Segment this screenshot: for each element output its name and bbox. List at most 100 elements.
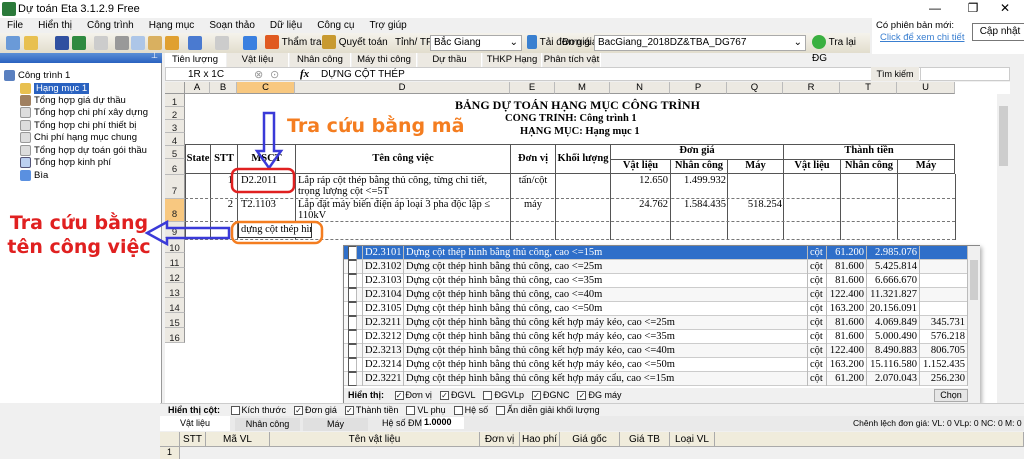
checkbox[interactable] (348, 260, 357, 274)
menu-item[interactable]: Hạng mục (142, 18, 195, 31)
paste-icon[interactable] (148, 36, 162, 50)
tree-item[interactable]: Bìa (20, 170, 48, 181)
dropdown-item[interactable]: D2.3105 Dựng cột thép hình bằng thủ công,… (344, 302, 968, 316)
tree-item[interactable]: Tổng hợp chi phí thiết bị (20, 120, 136, 131)
row-header-4[interactable]: 4 (165, 133, 185, 147)
print-preview-icon[interactable] (94, 36, 108, 50)
tree-item[interactable]: Tổng hợp giá dự thầu (20, 95, 126, 106)
checkbox[interactable] (348, 330, 357, 344)
scrollbar-thumb[interactable] (999, 106, 1008, 166)
item-checkbox[interactable] (344, 344, 363, 358)
province-select[interactable]: Bắc Giang ⌄ (430, 35, 522, 51)
row-header-15[interactable]: 15 (165, 313, 185, 329)
confirm-icon[interactable]: ⊙ (270, 68, 279, 81)
checkbox[interactable] (348, 316, 357, 330)
tab-6[interactable]: Phân tích vật tư (543, 53, 601, 79)
tab-nhan-cong[interactable]: Nhân công (235, 418, 300, 431)
update-details-link[interactable]: Click để xem chi tiết (880, 32, 964, 43)
copy-icon[interactable] (131, 36, 145, 50)
option-0[interactable]: Đơn vị (393, 390, 432, 401)
menu-file[interactable]: File (0, 18, 23, 31)
pin-icon[interactable]: ⊥ (151, 51, 158, 60)
tree-item[interactable]: Tổng hợp dự toán gói thầu (20, 145, 147, 156)
maximize-button[interactable]: ❐ (958, 1, 988, 17)
tab-may[interactable]: Máy (303, 418, 368, 431)
item-checkbox[interactable] (344, 372, 363, 386)
menu-data[interactable]: Dữ liệu (263, 18, 302, 31)
checkbox[interactable] (230, 406, 240, 416)
column-header-D[interactable]: D (295, 82, 510, 94)
dropdown-item[interactable]: D2.3214 Dựng cột thép hình bằng thủ công … (344, 358, 968, 372)
row-header-7[interactable]: 7 (165, 175, 185, 199)
dropdown-scrollbar[interactable] (968, 246, 980, 388)
column-option-1[interactable]: Đơn giá (292, 405, 337, 416)
item-checkbox[interactable] (344, 316, 363, 330)
row1-code[interactable]: D2.2011 (241, 175, 277, 186)
item-checkbox[interactable] (344, 274, 363, 288)
item-checkbox[interactable] (344, 302, 363, 316)
format-brush-icon[interactable] (165, 36, 179, 50)
quyet-toan-button[interactable]: Quyết toán (320, 35, 390, 51)
column-option-5[interactable]: Ẩn diễn giải khối lượng (494, 405, 600, 416)
row1-name[interactable]: Lắp ráp cột thép bằng thủ công, từng chi… (298, 175, 487, 186)
column-header-U[interactable]: U (897, 82, 955, 94)
menu-project[interactable]: Công trình (80, 18, 134, 31)
dropdown-item[interactable]: D2.3221 Dựng cột thép hình bằng thủ công … (344, 372, 968, 386)
row-header-11[interactable]: 11 (165, 253, 185, 269)
close-button[interactable]: ✕ (990, 1, 1020, 17)
tab-4[interactable]: Dự thầu (418, 53, 482, 67)
checkbox[interactable] (406, 406, 416, 416)
dropdown-item[interactable]: D2.3211 Dựng cột thép hình bằng thủ công … (344, 316, 968, 330)
open-folder-icon[interactable] (24, 36, 38, 50)
column-header-T[interactable]: T (840, 82, 897, 94)
row-header-10[interactable]: 10 (165, 238, 185, 254)
checkbox[interactable] (344, 406, 354, 416)
minimize-button[interactable]: — (920, 1, 950, 17)
column-header-B[interactable]: B (210, 82, 237, 94)
cancel-icon[interactable]: ⊗ (254, 68, 263, 81)
checkbox[interactable] (531, 391, 541, 401)
row-header-16[interactable]: 16 (165, 328, 185, 344)
tab-vat-lieu[interactable]: Vật liệu (160, 416, 230, 431)
column-header-P[interactable]: P (670, 82, 727, 94)
column-option-2[interactable]: Thành tiền (343, 405, 398, 416)
tra-lai-dg-button[interactable]: Tra lại ĐG (810, 35, 870, 64)
row-header-14[interactable]: 14 (165, 298, 185, 314)
menu-view[interactable]: Hiển thị (31, 18, 72, 31)
item-checkbox[interactable] (344, 260, 363, 274)
column-header-A[interactable]: A (185, 82, 210, 94)
menu-tools[interactable]: Công cụ (310, 18, 354, 31)
checkbox[interactable] (348, 344, 357, 358)
column-option-3[interactable]: VL phụ (404, 405, 446, 416)
option-2[interactable]: ĐGVLp (481, 390, 524, 401)
column-header-Q[interactable]: Q (727, 82, 783, 94)
column-header-N[interactable]: N (610, 82, 670, 94)
tab-3[interactable]: Máy thi công (352, 53, 417, 67)
column-header-M[interactable]: M (555, 82, 610, 94)
option-1[interactable]: ĐGVL (438, 390, 475, 401)
dropdown-item[interactable]: D2.3213 Dựng cột thép hình bằng thủ công … (344, 344, 968, 358)
checkbox[interactable] (348, 274, 357, 288)
option-3[interactable]: ĐGNC (530, 390, 569, 401)
row2-name[interactable]: Lắp đặt máy biến điện áp loại 3 pha độc … (298, 199, 490, 210)
tab-0[interactable]: Tiên lượng (165, 53, 226, 67)
option-4[interactable]: ĐG máy (575, 390, 621, 401)
save-icon[interactable] (55, 36, 69, 50)
checkbox[interactable] (439, 391, 449, 401)
he-so-input[interactable]: 1.0000 (422, 417, 464, 429)
tab-1[interactable]: Vật liệu (227, 53, 289, 67)
choose-button[interactable]: Chọn (934, 389, 968, 402)
msct-cell-editor[interactable]: dựng cột thép hình (238, 222, 312, 238)
tree-item[interactable]: Tổng hợp kinh phí (20, 157, 111, 168)
scrollbar-thumb[interactable] (970, 260, 978, 300)
row-header-9[interactable]: 9 (165, 222, 185, 238)
checkbox[interactable] (496, 406, 506, 416)
tham-tra-button[interactable]: Thẩm tra (263, 35, 324, 51)
search-input[interactable] (920, 68, 1010, 80)
tab-5[interactable]: THKP Hạng mục (483, 53, 542, 79)
checkbox[interactable] (483, 391, 493, 401)
checkbox[interactable] (348, 302, 357, 316)
checkbox[interactable] (453, 406, 463, 416)
dropdown-item[interactable]: D2.3212 Dựng cột thép hình bằng thủ công … (344, 330, 968, 344)
tab-2[interactable]: Nhân công (290, 53, 351, 67)
